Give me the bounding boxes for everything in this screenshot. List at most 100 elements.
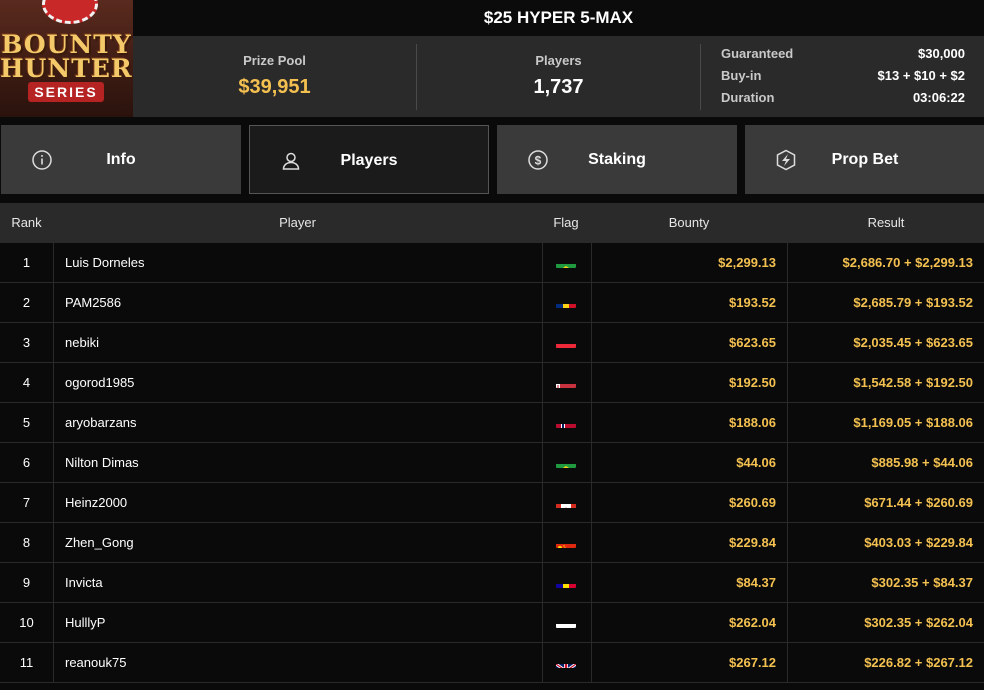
bounty-header[interactable]: Bounty — [590, 203, 788, 243]
brazil-flag-icon — [556, 454, 576, 468]
guaranteed-label: Guaranteed — [721, 46, 794, 61]
table-row[interactable]: 4 ogorod1985 $192.50 $1,542.58 + $192.50 — [0, 363, 984, 403]
table-header: Rank Player Flag Bounty Result — [0, 203, 984, 243]
austria-flag-icon — [556, 334, 576, 348]
bounty-hunters-logo: BOUNTY HUNTERS SERIES — [0, 0, 133, 117]
flag-cell — [542, 403, 592, 442]
result-cell: $403.03 + $229.84 — [864, 535, 973, 550]
table-row[interactable]: 3 nebiki $623.65 $2,035.45 + $623.65 — [0, 323, 984, 363]
belarus-flag-icon — [556, 374, 576, 388]
bounty-cell: $193.52 — [729, 295, 776, 310]
results-table-body: 1 Luis Dorneles $2,299.13 $2,686.70 + $2,29… — [0, 243, 984, 683]
tab-prop-bet-label: Prop Bet — [831, 151, 899, 168]
result-cell: $1,169.05 + $188.06 — [853, 415, 973, 430]
player-name-cell[interactable]: Heinz2000 — [65, 483, 127, 522]
rank-cell: 7 — [0, 483, 54, 522]
prize-pool-stat: Prize Pool $39,951 — [133, 36, 416, 117]
brazil-flag-icon — [556, 254, 576, 268]
flag-cell — [542, 603, 592, 642]
buyin-label: Buy-in — [721, 68, 762, 83]
result-cell: $226.82 + $267.12 — [864, 655, 973, 670]
table-row[interactable]: 6 Nilton Dimas $44.06 $885.98 + $44.06 — [0, 443, 984, 483]
bounty-cell: $44.06 — [736, 455, 776, 470]
duration-label: Duration — [721, 90, 775, 105]
result-cell: $302.35 + $262.04 — [864, 615, 973, 630]
tab-prop-bet[interactable]: Prop Bet — [745, 125, 984, 194]
rank-cell: 1 — [0, 243, 54, 282]
flag-header[interactable]: Flag — [542, 203, 590, 243]
result-cell: $302.35 + $84.37 — [871, 575, 973, 590]
player-name-cell[interactable]: Zhen_Gong — [65, 523, 134, 562]
flag-cell — [542, 283, 592, 322]
result-cell: $1,542.58 + $192.50 — [853, 375, 973, 390]
table-row[interactable]: 9 Invicta $84.37 $302.35 + $84.37 — [0, 563, 984, 603]
table-row[interactable]: 11 reanouk75 $267.12 $226.82 + $267.12 — [0, 643, 984, 683]
tab-players[interactable]: Players — [249, 125, 489, 194]
result-cell: $671.44 + $260.69 — [864, 495, 973, 510]
flag-cell — [542, 363, 592, 402]
andorra-flag-icon — [556, 574, 576, 588]
prize-pool-value: $39,951 — [238, 76, 311, 98]
rank-cell: 6 — [0, 443, 54, 482]
player-name-cell[interactable]: Invicta — [65, 563, 103, 602]
table-row[interactable]: 10 HulllyP $262.04 $302.35 + $262.04 — [0, 603, 984, 643]
stats-divider — [700, 44, 701, 110]
player-name-cell[interactable]: Nilton Dimas — [65, 443, 139, 482]
table-row[interactable]: 7 Heinz2000 $260.69 $671.44 + $260.69 — [0, 483, 984, 523]
canada-flag-icon — [556, 494, 576, 508]
romania-flag-icon — [556, 294, 576, 308]
result-header[interactable]: Result — [788, 203, 984, 243]
player-name-cell[interactable]: reanouk75 — [65, 643, 126, 682]
rank-header[interactable]: Rank — [0, 203, 53, 243]
table-row[interactable]: 8 Zhen_Gong $229.84 $403.03 + $229.84 — [0, 523, 984, 563]
result-cell: $2,685.79 + $193.52 — [853, 295, 973, 310]
flag-cell — [542, 243, 592, 282]
tab-info[interactable]: Info — [1, 125, 241, 194]
table-row[interactable]: 1 Luis Dorneles $2,299.13 $2,686.70 + $2,29… — [0, 243, 984, 283]
table-row[interactable]: 5 aryobarzans $188.06 $1,169.05 + $188.06 — [0, 403, 984, 443]
poker-chip-icon — [42, 0, 98, 24]
flag-cell — [542, 483, 592, 522]
result-cell: $885.98 + $44.06 — [871, 455, 973, 470]
flag-cell — [542, 443, 592, 482]
tab-staking[interactable]: $ Staking — [497, 125, 737, 194]
players-label: Players — [535, 53, 582, 68]
players-stat: Players 1,737 — [417, 36, 700, 117]
buyin-value: $13 + $10 + $2 — [877, 68, 965, 83]
tournament-stats-panel: Prize Pool $39,951 Players 1,737 Guarant… — [133, 36, 984, 117]
result-cell: $2,686.70 + $2,299.13 — [842, 255, 973, 270]
player-name-cell[interactable]: Luis Dorneles — [65, 243, 145, 282]
united-kingdom-flag-icon — [556, 654, 576, 668]
rank-cell: 10 — [0, 603, 54, 642]
player-name-cell[interactable]: PAM2586 — [65, 283, 121, 322]
flag-cell — [542, 323, 592, 362]
player-name-cell[interactable]: ogorod1985 — [65, 363, 134, 402]
bounty-cell: $188.06 — [729, 415, 776, 430]
rank-cell: 3 — [0, 323, 54, 362]
player-name-cell[interactable]: aryobarzans — [65, 403, 137, 442]
norway-flag-icon — [556, 414, 576, 428]
rank-cell: 4 — [0, 363, 54, 402]
china-flag-icon — [556, 534, 576, 548]
tournament-title: $25 HYPER 5-MAX — [133, 0, 984, 36]
bounty-cell: $260.69 — [729, 495, 776, 510]
tab-staking-label: Staking — [588, 151, 646, 168]
bounty-cell: $623.65 — [729, 335, 776, 350]
player-header[interactable]: Player — [53, 203, 542, 243]
bounty-cell: $229.84 — [729, 535, 776, 550]
table-row[interactable]: 2 PAM2586 $193.52 $2,685.79 + $193.52 — [0, 283, 984, 323]
tab-info-label: Info — [106, 151, 136, 168]
bounty-cell: $192.50 — [729, 375, 776, 390]
rank-cell: 5 — [0, 403, 54, 442]
logo-text-hunters: HUNTERS — [0, 54, 133, 83]
rank-cell: 2 — [0, 283, 54, 322]
flag-cell — [542, 643, 592, 682]
player-name-cell[interactable]: nebiki — [65, 323, 99, 362]
player-name-cell[interactable]: HulllyP — [65, 603, 105, 642]
flag-cell — [542, 523, 592, 562]
tab-players-label: Players — [340, 152, 398, 169]
result-cell: $2,035.45 + $623.65 — [853, 335, 973, 350]
rank-cell: 8 — [0, 523, 54, 562]
bounty-cell: $262.04 — [729, 615, 776, 630]
rank-cell: 11 — [0, 643, 54, 682]
